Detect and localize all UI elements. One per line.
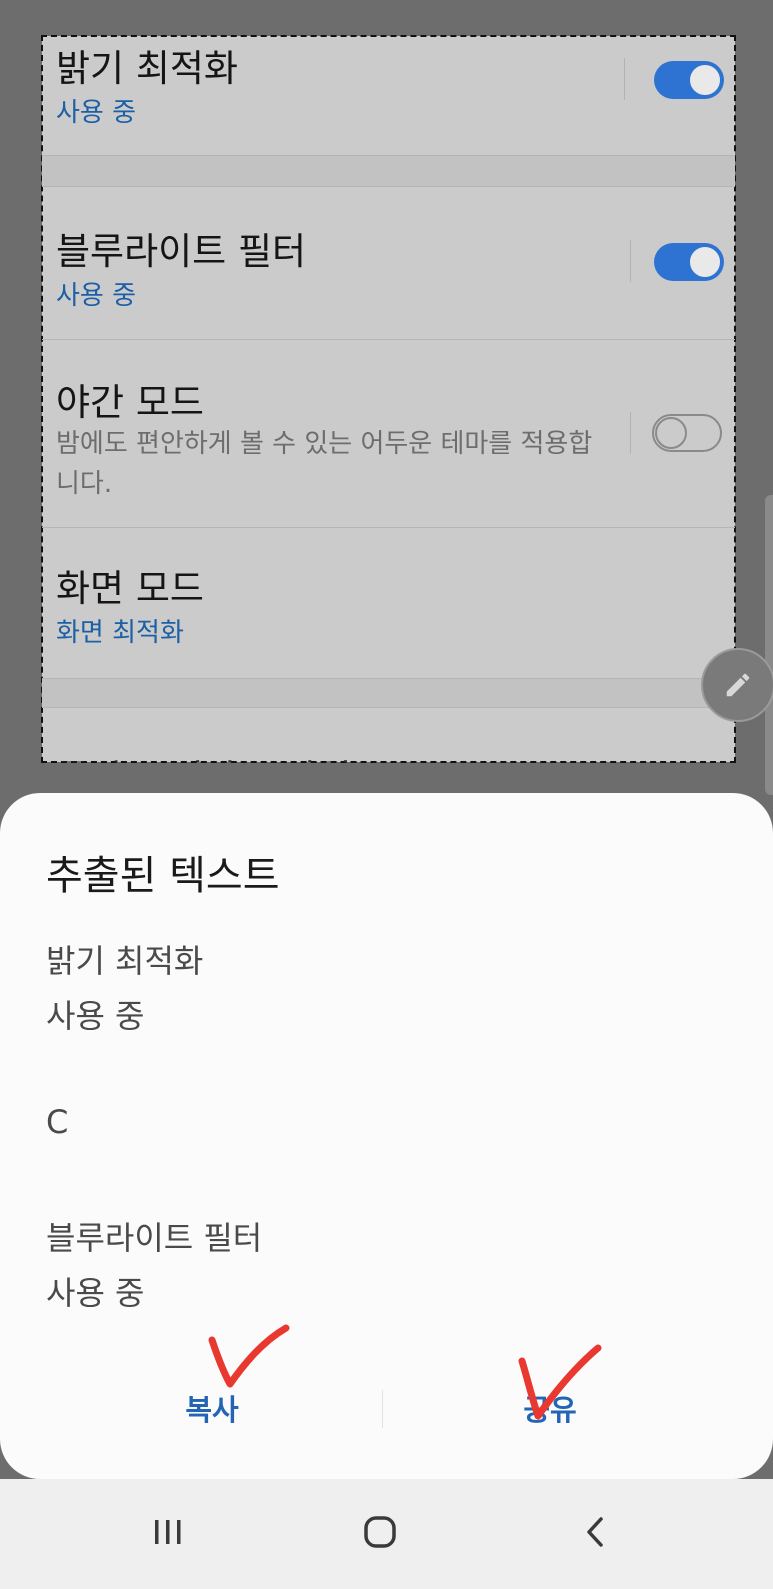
toggle-knob <box>688 245 722 279</box>
recents-icon <box>155 1520 181 1544</box>
pencil-icon <box>726 673 750 697</box>
toggle-separator <box>630 240 631 282</box>
setting-brightness-optimization[interactable]: 밝기 최적화 사용 중 <box>42 36 735 156</box>
sheet-title: 추출된 텍스트 <box>46 853 280 899</box>
share-button[interactable]: 공유 <box>448 1378 652 1438</box>
screen: 밝기 최적화 사용 중 블루라이트 필터 사용 중 야간 모드 밤에도 편안하게… <box>0 0 773 1589</box>
extracted-text-line[interactable]: 블루라이트 필터 <box>46 1213 262 1259</box>
section-gap <box>42 156 735 186</box>
toggle-separator <box>624 58 625 100</box>
extracted-text-line[interactable]: 밝기 최적화 <box>46 936 203 982</box>
extracted-text-line[interactable]: 사용 중 <box>46 991 145 1037</box>
navigation-bar <box>0 1479 773 1589</box>
setting-title: 밝기 최적화 <box>56 47 238 90</box>
setting-title: 블루라이트 필터 <box>56 230 307 273</box>
back-button[interactable] <box>555 1497 635 1567</box>
captured-area[interactable]: 밝기 최적화 사용 중 블루라이트 필터 사용 중 야간 모드 밤에도 편안하게… <box>41 35 736 763</box>
blue-light-filter-toggle[interactable] <box>654 243 724 281</box>
copy-button[interactable]: 복사 <box>110 1378 314 1438</box>
brightness-optimization-toggle[interactable] <box>654 61 724 99</box>
home-icon <box>364 1516 396 1548</box>
setting-title: 화면 모드 <box>56 567 204 610</box>
edge-panel-handle[interactable] <box>765 495 773 795</box>
extracted-text-sheet: 추출된 텍스트 밝기 최적화 사용 중 C 블루라이트 필터 사용 중 복사 공… <box>0 793 773 1479</box>
home-button[interactable] <box>340 1497 420 1567</box>
toggle-separator <box>630 412 631 454</box>
toggle-knob <box>655 417 687 449</box>
setting-night-mode[interactable]: 야간 모드 밤에도 편안하게 볼 수 있는 어두운 테마를 적용합니다. <box>42 340 735 527</box>
recents-button[interactable] <box>128 1497 208 1567</box>
setting-screen-mode[interactable]: 화면 모드 화면 최적화 <box>42 528 735 678</box>
edit-button[interactable] <box>701 648 773 722</box>
extracted-text-line[interactable]: C <box>46 1103 68 1141</box>
section-gap <box>42 679 735 707</box>
setting-blue-light-filter[interactable]: 블루라이트 필터 사용 중 <box>42 187 735 339</box>
setting-status: 사용 중 <box>56 281 137 311</box>
night-mode-toggle[interactable] <box>652 414 722 452</box>
action-separator <box>382 1390 383 1428</box>
extracted-text-line[interactable]: 사용 중 <box>46 1268 145 1314</box>
setting-status: 화면 최적화 <box>56 618 184 648</box>
toggle-knob <box>688 63 722 97</box>
divider <box>42 707 735 708</box>
setting-description: 밤에도 편안하게 볼 수 있는 어두운 테마를 적용합니다. <box>56 429 593 499</box>
sheet-actions: 복사 공유 <box>0 1378 773 1448</box>
partially-visible-setting: 글자 크기와 스타일 <box>56 748 352 762</box>
setting-title: 야간 모드 <box>56 381 204 424</box>
setting-status: 사용 중 <box>56 98 137 128</box>
back-icon <box>587 1517 603 1547</box>
